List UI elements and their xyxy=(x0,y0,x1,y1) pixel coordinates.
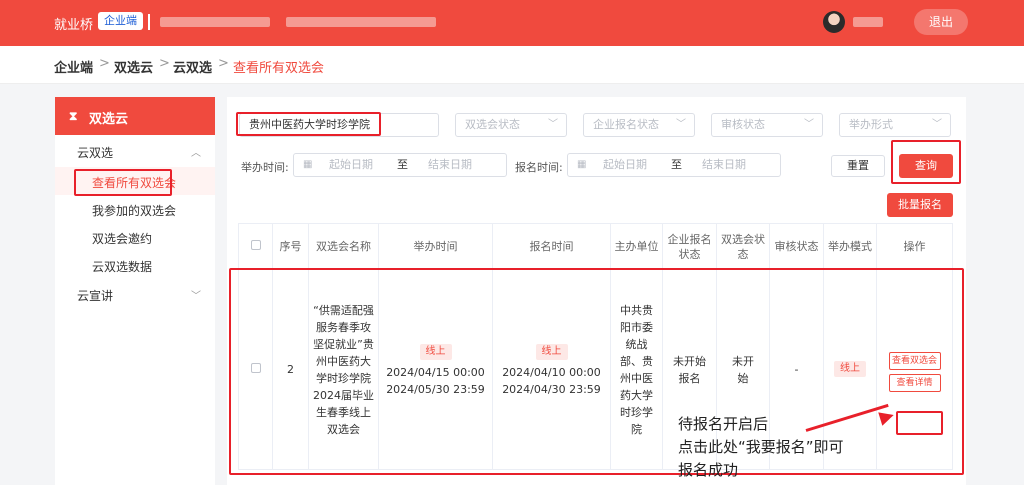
breadcrumb-separator: > xyxy=(159,56,170,71)
chevron-down-icon: ﹀ xyxy=(932,119,942,130)
fair-status-select[interactable]: 双选会状态 ﹀ xyxy=(455,113,567,137)
breadcrumb-item-cloud[interactable]: 双选云 xyxy=(114,57,153,76)
highlight-box-query xyxy=(891,140,961,184)
sidebar: ⧗ 双选云 云双选 ︿ 查看所有双选会 我参加的双选会 双选会邀约 云双选数据 … xyxy=(55,97,215,485)
sidebar-header[interactable]: ⧗ 双选云 xyxy=(55,97,215,135)
calendar-icon: ▦ xyxy=(577,159,587,170)
table-header-row: 序号 双选会名称 举办时间 报名时间 主办单位 企业报名状态 双选会状态 审核状… xyxy=(238,223,953,270)
highlight-box-search xyxy=(236,112,381,136)
chevron-down-icon[interactable]: ﹀ xyxy=(191,287,201,302)
range-separator: 至 xyxy=(671,158,682,171)
sidebar-title: 双选云 xyxy=(89,112,129,127)
chevron-down-icon: ﹀ xyxy=(548,119,558,130)
sidebar-item-fair-data[interactable]: 云双选数据 xyxy=(92,258,152,275)
sidebar-item-invitations[interactable]: 双选会邀约 xyxy=(92,230,152,247)
header-select-all[interactable] xyxy=(238,223,273,270)
hold-start-placeholder: 起始日期 xyxy=(329,158,373,171)
portal-badge: 企业端 xyxy=(98,12,143,30)
highlight-box-enroll-slot[interactable] xyxy=(896,411,943,435)
enroll-time-label: 报名时间: xyxy=(515,161,563,174)
highlight-box-sidebar xyxy=(74,169,172,196)
column-header: 报名时间 xyxy=(492,223,611,270)
header-divider xyxy=(148,14,150,30)
range-separator: 至 xyxy=(397,158,408,171)
redacted-org-detail xyxy=(286,17,436,27)
chevron-up-icon[interactable]: ︿ xyxy=(191,144,201,159)
enroll-end-placeholder: 结束日期 xyxy=(702,158,746,171)
user-avatar[interactable] xyxy=(823,11,845,33)
breadcrumb: 企业端 > 双选云 > 云双选 > 查看所有双选会 xyxy=(0,46,1024,84)
column-header: 审核状态 xyxy=(769,223,824,270)
breadcrumb-separator: > xyxy=(218,56,229,71)
enroll-status-select[interactable]: 企业报名状态 ﹀ xyxy=(583,113,695,137)
column-header: 序号 xyxy=(272,223,309,270)
annotation-line-1: 待报名开启后 xyxy=(678,415,769,433)
reset-button[interactable]: 重置 xyxy=(831,155,885,177)
hold-time-range[interactable]: ▦ 起始日期 至 结束日期 xyxy=(293,153,507,177)
sidebar-item-my-fairs[interactable]: 我参加的双选会 xyxy=(92,202,176,219)
column-header: 操作 xyxy=(876,223,953,270)
annotation-line-3: 报名成功 xyxy=(678,461,739,479)
highlight-box-row xyxy=(229,268,964,475)
hold-time-label: 举办时间: xyxy=(241,161,289,174)
redacted-org-name xyxy=(160,17,270,27)
hold-end-placeholder: 结束日期 xyxy=(428,158,472,171)
chevron-down-icon: ﹀ xyxy=(676,119,686,130)
column-header: 举办模式 xyxy=(823,223,877,270)
top-bar: 就业桥 企业端 退出 xyxy=(0,0,1024,46)
sidebar-group-cloud-talk[interactable]: 云宣讲 xyxy=(77,287,113,304)
hold-form-select[interactable]: 举办形式 ﹀ xyxy=(839,113,951,137)
column-header: 双选会名称 xyxy=(308,223,379,270)
enroll-time-range[interactable]: ▦ 起始日期 至 结束日期 xyxy=(567,153,781,177)
annotation-line-2: 点击此处“我要报名”即可 xyxy=(678,438,844,456)
breadcrumb-item-current: 查看所有双选会 xyxy=(233,61,325,76)
fair-status-placeholder: 双选会状态 xyxy=(465,118,520,131)
enroll-start-placeholder: 起始日期 xyxy=(603,158,647,171)
breadcrumb-separator: > xyxy=(99,56,110,71)
audit-status-placeholder: 审核状态 xyxy=(721,118,765,131)
column-header: 主办单位 xyxy=(610,223,663,270)
enroll-status-placeholder: 企业报名状态 xyxy=(593,118,659,131)
sidebar-group-cloud-fair[interactable]: 云双选 xyxy=(77,144,113,161)
logout-button[interactable]: 退出 xyxy=(914,9,968,35)
column-header: 举办时间 xyxy=(378,223,493,270)
redacted-user-name xyxy=(853,17,883,27)
audit-status-select[interactable]: 审核状态 ﹀ xyxy=(711,113,823,137)
hold-form-placeholder: 举办形式 xyxy=(849,118,893,131)
breadcrumb-item-enterprise[interactable]: 企业端 xyxy=(54,57,93,76)
calendar-icon: ▦ xyxy=(303,159,313,170)
column-header: 企业报名状态 xyxy=(662,223,717,270)
brand-name: 就业桥 xyxy=(54,18,94,33)
chevron-down-icon: ﹀ xyxy=(804,119,814,130)
column-header: 双选会状态 xyxy=(716,223,770,270)
hourglass-icon: ⧗ xyxy=(69,109,78,123)
breadcrumb-item-cloud-fair[interactable]: 云双选 xyxy=(173,57,212,76)
select-all-checkbox[interactable] xyxy=(250,240,261,250)
batch-enroll-button[interactable]: 批量报名 xyxy=(887,193,953,217)
